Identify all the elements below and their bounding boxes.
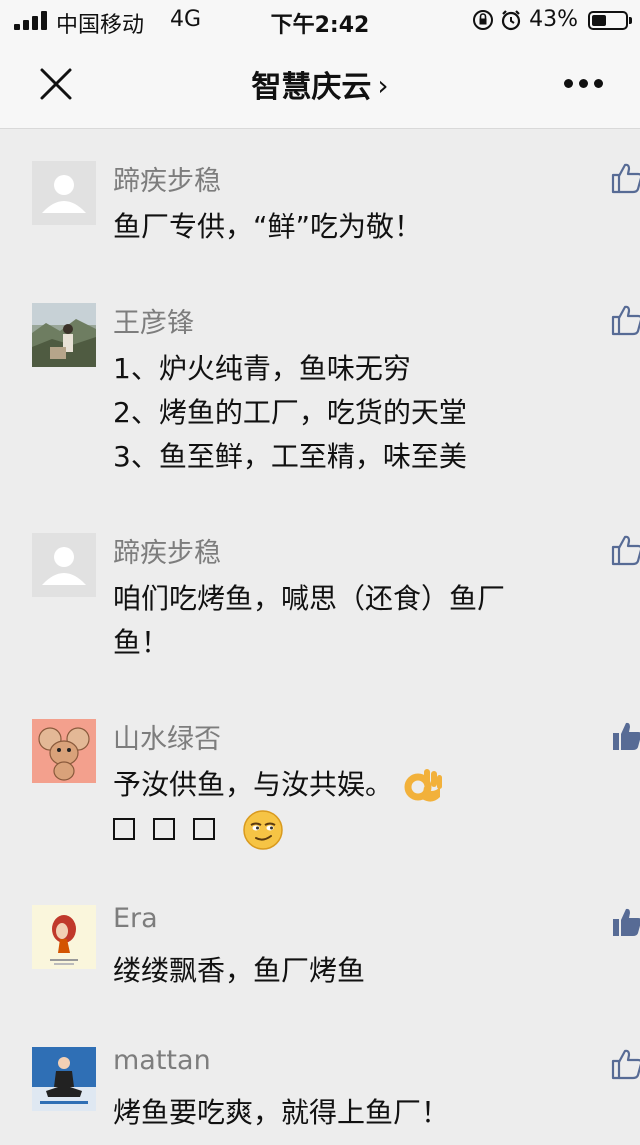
comment-text: 鱼厂专供，“鲜”吃为敬！ [113,205,613,249]
comment-line: 烤鱼要吃爽，就得上鱼厂！ [113,1096,450,1129]
meditation-avatar[interactable] [32,1047,96,1111]
comment-line: 鱼厂专供，“鲜”吃为敬！ [113,210,423,243]
commenter-name: 王彦锋 [113,308,194,339]
commenter-name: Era [113,903,158,934]
thumbs-up-filled-icon [613,722,640,750]
thumbs-up-outline-icon [611,1049,640,1080]
comment-line: 1、炉火纯青，鱼味无穷 [113,352,411,385]
comment-item: Era 4 缕缕飘香，鱼厂烤鱼 [0,873,640,1015]
chevron-right-icon: › [377,69,389,102]
thumbs-up-outline-icon [611,535,640,566]
comment-line: 鱼！ [113,626,170,659]
thumbs-up-filled-icon [613,908,640,936]
unsupported-glyph-box [193,818,215,840]
comment-line: 予汝供鱼，与汝共娱。 [113,763,613,807]
comment-item: mattan 4 烤鱼要吃爽，就得上鱼厂！ [0,1015,640,1145]
commenter-name: mattan [113,1045,211,1076]
navigation-bar: 智慧庆云 › [0,42,640,129]
photo-avatar[interactable] [32,303,96,367]
comment-item: 王彦锋 4 1、炉火纯青，鱼味无穷 2、烤鱼的工厂，吃货的天堂 3、鱼至鲜，工至… [0,271,640,501]
comment-line: 3、鱼至鲜，工至精，味至美 [113,440,467,473]
illustration-avatar[interactable] [32,905,96,969]
comment-item: 蹄疾步稳 5 鱼厂专供，“鲜”吃为敬！ [0,129,640,271]
comment-line [113,807,613,851]
commenter-name: 山水绿否 [113,724,221,755]
default-avatar[interactable] [32,533,96,597]
battery-percentage: 43% [529,7,578,32]
unsupported-glyph-box [153,818,175,840]
orientation-lock-icon [473,10,493,30]
battery-icon [588,11,632,30]
comment-text: 1、炉火纯青，鱼味无穷 2、烤鱼的工厂，吃货的天堂 3、鱼至鲜，工至精，味至美 [113,347,613,479]
page-title: 智慧庆云 [251,70,372,105]
commenter-name: 蹄疾步稳 [113,538,221,569]
comment-text: 予汝供鱼，与汝共娱。 [113,763,613,851]
comment-item: 山水绿否 4 予汝供鱼，与汝共娱。 [0,687,640,873]
page-title-button[interactable]: 智慧庆云 › [0,62,640,106]
comment-item: 蹄疾步稳 4 咱们吃烤鱼，喊思（还食）鱼厂 鱼！ [0,501,640,687]
more-icon[interactable] [564,78,604,90]
ok-hand-emoji-icon [404,769,442,802]
comment-text: 缕缕飘香，鱼厂烤鱼 [113,949,613,993]
thumbs-up-outline-icon [611,163,640,194]
comment-text: 咱们吃烤鱼，喊思（还食）鱼厂 鱼！ [113,577,613,665]
unsupported-glyph-box [113,818,135,840]
status-bar: 中国移动 4G 下午2:42 43% [0,0,640,42]
comment-line: 2、烤鱼的工厂，吃货的天堂 [113,396,467,429]
cartoon-mouse-avatar[interactable] [32,719,96,783]
comment-list: 蹄疾步稳 5 鱼厂专供，“鲜”吃为敬！ 王彦锋 [0,129,640,1145]
comment-line-text: 予汝供鱼，与汝共娱。 [113,768,394,801]
comment-line: 咱们吃烤鱼，喊思（还食）鱼厂 [113,582,506,615]
commenter-name: 蹄疾步稳 [113,166,221,197]
thumbs-up-outline-icon [611,305,640,336]
default-avatar[interactable] [32,161,96,225]
comment-line: 缕缕飘香，鱼厂烤鱼 [113,954,366,987]
alarm-icon [501,10,521,31]
smirk-face-emoji-icon [243,810,283,850]
comment-text: 烤鱼要吃爽，就得上鱼厂！ [113,1091,613,1135]
